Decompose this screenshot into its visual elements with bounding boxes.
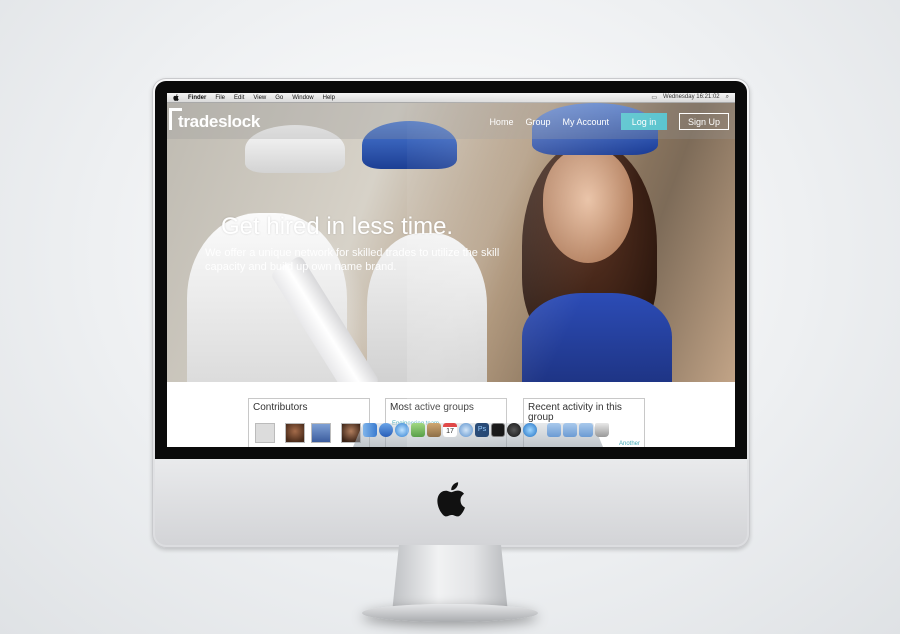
avatar[interactable] [311, 423, 331, 443]
menubar-clock[interactable]: Wednesday 16:21:02 [663, 94, 720, 101]
site-navbar: tradeslock Home Group My Account Log in … [167, 103, 735, 139]
imac-stand [392, 545, 508, 613]
apple-logo-icon [437, 482, 465, 517]
hero-banner: tradeslock Home Group My Account Log in … [167, 103, 735, 382]
finder-icon[interactable] [363, 423, 377, 437]
address-book-icon[interactable] [427, 423, 441, 437]
menu-help[interactable]: Help [323, 95, 335, 101]
folder-icon[interactable] [579, 423, 593, 437]
hero-subline: We offer a unique network for skilled tr… [205, 247, 500, 273]
photoshop-icon[interactable]: Ps [475, 423, 489, 437]
contributors-card: Contributors [248, 398, 370, 447]
activity-link[interactable]: Another [619, 441, 640, 447]
hero-photo-face [543, 148, 633, 263]
folder-icon[interactable] [547, 423, 561, 437]
menu-go[interactable]: Go [275, 95, 283, 101]
menu-file[interactable]: File [215, 95, 225, 101]
screen: Finder File Edit View Go Window Help ▭ W… [167, 93, 735, 447]
nav-my-account[interactable]: My Account [562, 117, 609, 127]
nav-home[interactable]: Home [489, 117, 513, 127]
site-logo[interactable]: tradeslock [178, 112, 260, 132]
itunes-icon[interactable] [459, 423, 473, 437]
trash-icon[interactable] [595, 423, 609, 437]
contributors-title: Contributors [253, 402, 308, 413]
dock-icons: 17 Ps [363, 423, 609, 437]
spotlight-icon[interactable]: ⌕ [726, 94, 729, 101]
time-machine-icon[interactable] [507, 423, 521, 437]
nav-group[interactable]: Group [525, 117, 550, 127]
safari-icon[interactable] [395, 423, 409, 437]
calendar-icon[interactable]: 17 [443, 423, 457, 437]
menu-finder[interactable]: Finder [188, 95, 206, 101]
mac-menubar: Finder File Edit View Go Window Help ▭ W… [167, 93, 735, 103]
terminal-icon[interactable] [491, 423, 505, 437]
login-button[interactable]: Log in [621, 113, 667, 130]
imac-stand-foot [362, 604, 538, 622]
recent-activity-title: Recent activity in this group [528, 402, 622, 423]
avatar[interactable] [285, 423, 305, 443]
hero-photo-jacket [522, 293, 672, 382]
app-store-icon[interactable] [379, 423, 393, 437]
folder-icon[interactable] [563, 423, 577, 437]
mail-icon[interactable] [411, 423, 425, 437]
menu-edit[interactable]: Edit [234, 95, 244, 101]
apple-menu-icon[interactable] [173, 94, 179, 101]
avatar[interactable] [255, 423, 275, 443]
active-groups-title: Most active groups [390, 402, 474, 413]
battery-icon[interactable]: ▭ [651, 94, 657, 101]
quicktime-icon[interactable] [523, 423, 537, 437]
hero-headline: Get hired in less time. [221, 213, 454, 240]
menu-view[interactable]: View [253, 95, 266, 101]
signup-button[interactable]: Sign Up [679, 113, 729, 130]
menu-window[interactable]: Window [292, 95, 313, 101]
